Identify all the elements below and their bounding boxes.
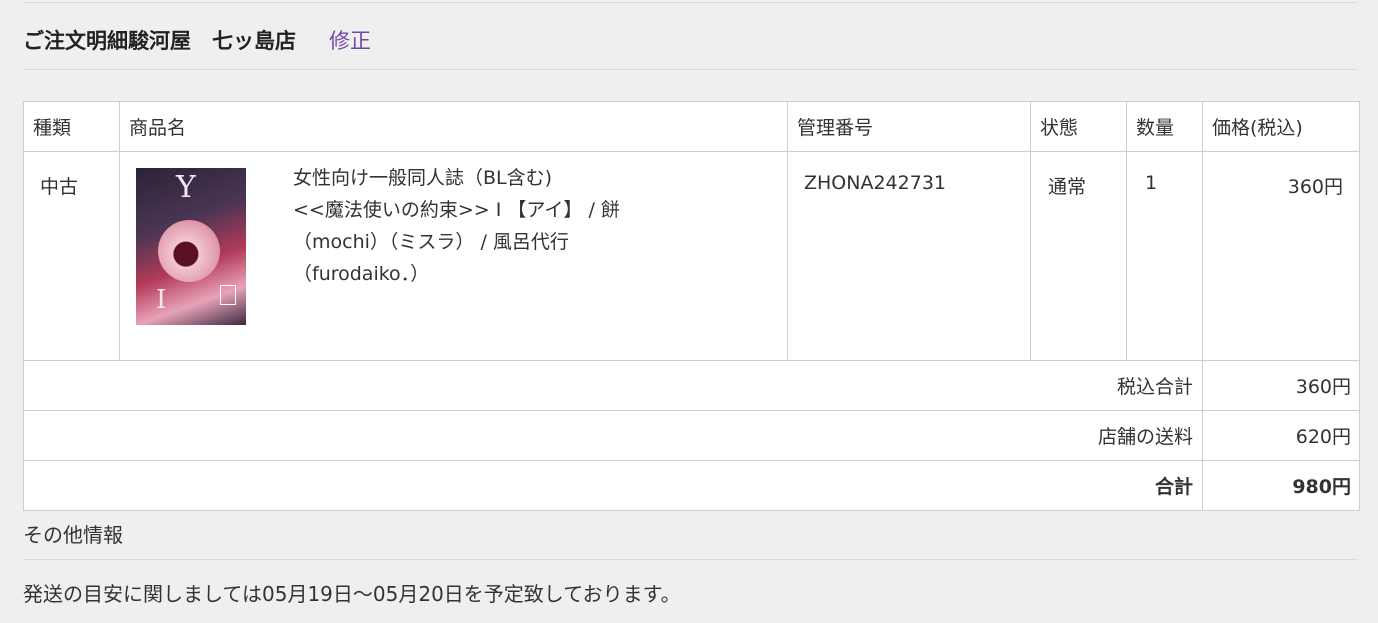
item-quantity: 1 [1126,151,1203,361]
table-header-row: 種類 商品名 管理番号 状態 数量 価格(税込) [23,101,1360,152]
item-state: 通常 [1030,151,1127,361]
column-header-price: 価格(税込) [1202,101,1360,152]
item-product-cell: Y I 女性向け一般同人誌（BL含む) <<魔法使いの約束>> I 【アイ】 /… [119,151,788,361]
shipping-label: 店舗の送料 [23,410,1203,461]
order-details-table: 種類 商品名 管理番号 状態 数量 価格(税込) 中古 Y I 女性向け一般同人… [23,101,1360,511]
other-info-heading: その他情報 [23,523,123,547]
shipping-value: 620円 [1202,410,1360,461]
other-info-divider [23,559,1358,560]
header-divider [23,69,1358,70]
column-header-product: 商品名 [119,101,788,152]
table-row: 中古 Y I 女性向け一般同人誌（BL含む) <<魔法使いの約束>> I 【アイ… [23,151,1360,361]
column-header-quantity: 数量 [1126,101,1203,152]
shipping-row: 店舗の送料 620円 [23,410,1360,461]
total-row: 合計 980円 [23,460,1360,511]
item-kind: 中古 [23,151,120,361]
column-header-state: 状態 [1030,101,1127,152]
top-divider [23,2,1358,3]
item-code: ZHONA242731 [787,151,1031,361]
product-name-line: （mochi）（ミスラ） / 風呂代行 [293,231,569,253]
subtotal-row: 税込合計 360円 [23,360,1360,411]
product-name-line: 女性向け一般同人誌（BL含む) [293,167,553,189]
total-label: 合計 [23,460,1203,511]
book-cover-image[interactable]: Y I [136,168,246,325]
column-header-code: 管理番号 [787,101,1031,152]
product-name-line: <<魔法使いの約束>> I 【アイ】 / 餅 [293,199,620,221]
subtotal-value: 360円 [1202,360,1360,411]
page-title: ご注文明細駿河屋 七ッ島店 [23,29,296,53]
total-value: 980円 [1202,460,1360,511]
edit-link[interactable]: 修正 [329,25,371,55]
subtotal-label: 税込合計 [23,360,1203,411]
product-name[interactable]: 女性向け一般同人誌（BL含む) <<魔法使いの約束>> I 【アイ】 / 餅 （… [293,162,693,325]
product-name-line: （furodaiko．） [293,263,430,285]
column-header-kind: 種類 [23,101,120,152]
shipping-estimate-note: 発送の目安に関しましては05月19日～05月20日を予定致しております。 [23,582,681,606]
item-price: 360円 [1202,151,1360,361]
order-header: ご注文明細駿河屋 七ッ島店 修正 [23,24,371,56]
